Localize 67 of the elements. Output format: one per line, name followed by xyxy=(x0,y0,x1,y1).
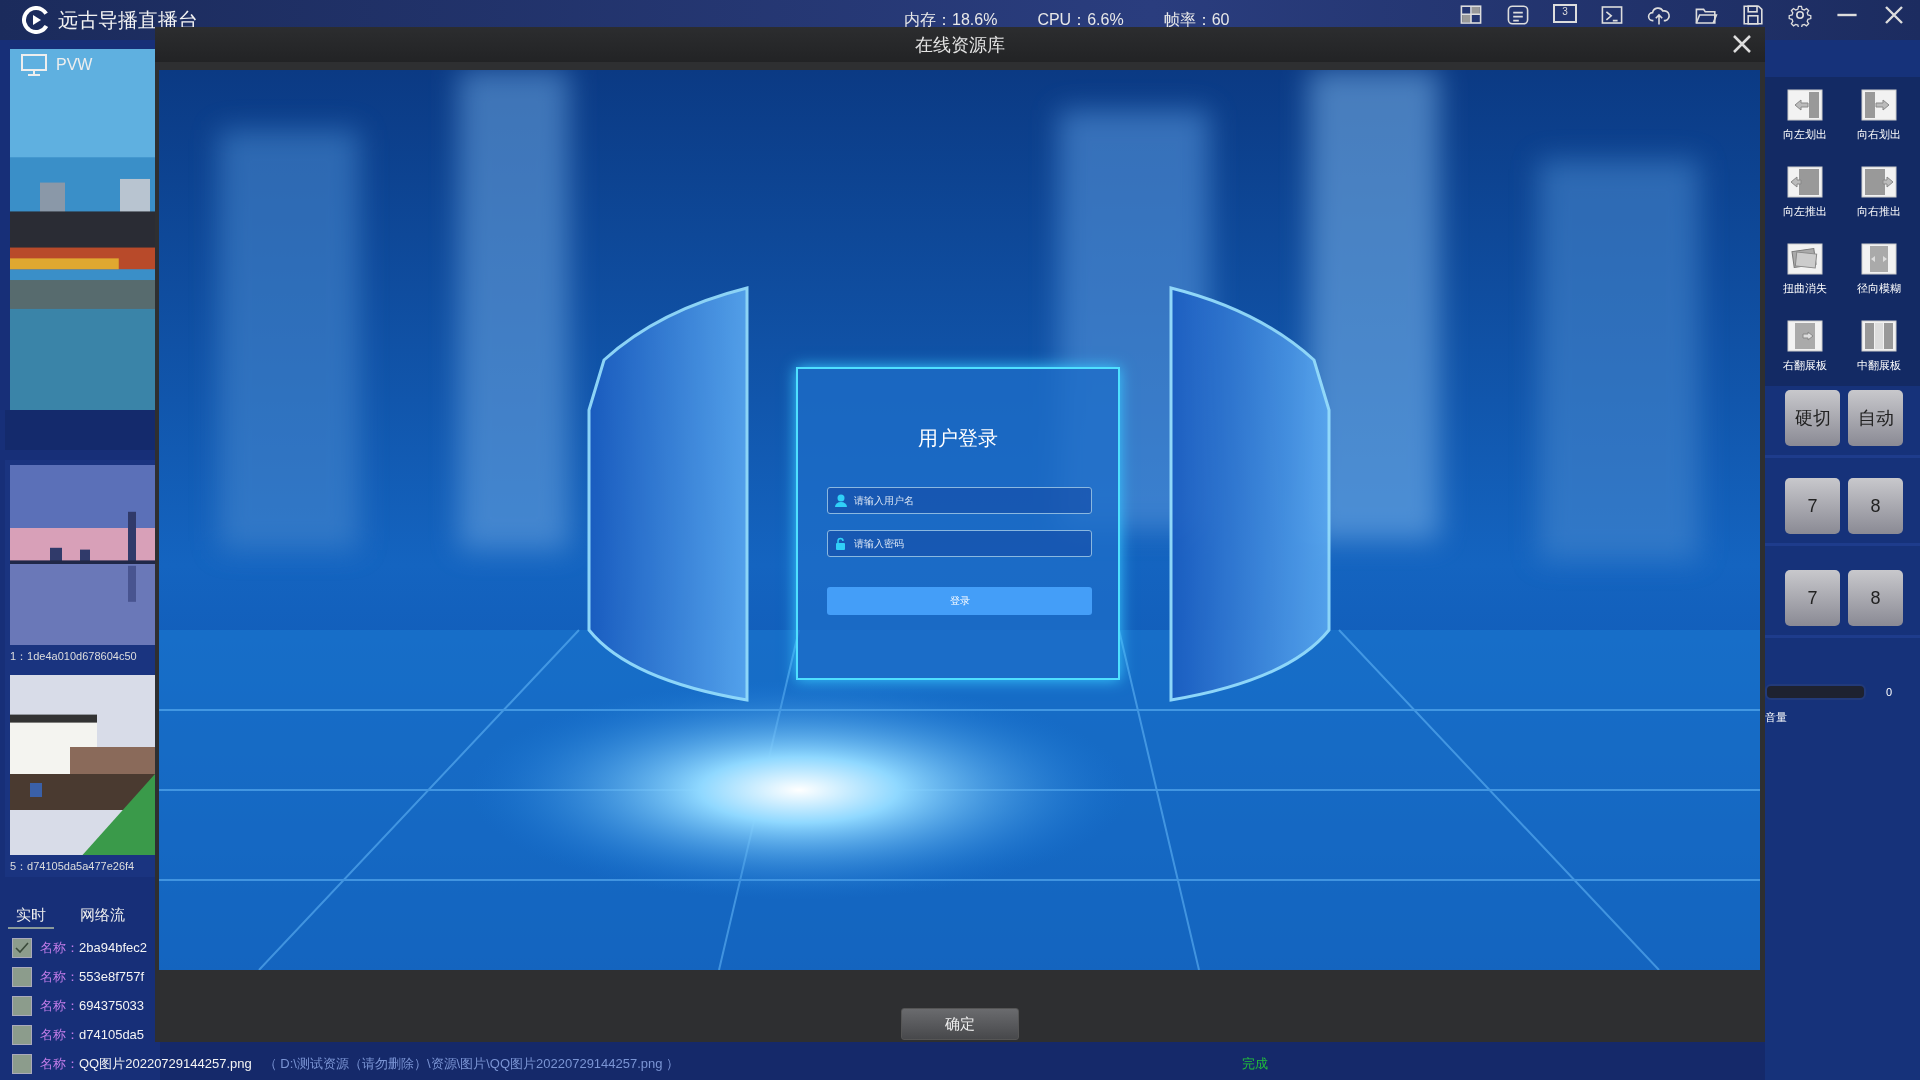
message-icon[interactable] xyxy=(1506,3,1530,27)
left-arrow-panel-icon xyxy=(1787,166,1823,198)
volume-label: 音量 xyxy=(1765,710,1788,725)
split-arrows-icon xyxy=(1861,243,1897,275)
checkbox[interactable] xyxy=(12,966,32,987)
transition-button[interactable]: 扭曲消失 xyxy=(1770,231,1840,308)
layout-icon[interactable] xyxy=(1459,3,1483,27)
volume-slider[interactable] xyxy=(1765,684,1866,700)
close-icon[interactable] xyxy=(1731,33,1753,55)
right-arrow-panel-icon xyxy=(1861,89,1897,121)
source-caption: 1：1de4a010d678604c50 xyxy=(10,649,137,664)
logo-icon xyxy=(22,6,50,34)
login-title: 用户登录 xyxy=(917,426,999,451)
terminal-icon[interactable] xyxy=(1600,3,1624,27)
screen-button[interactable]: 3 xyxy=(1553,4,1577,23)
switch-button[interactable]: 7 xyxy=(1785,570,1840,626)
stat-text: 帧率：60 xyxy=(1163,9,1230,30)
password-field[interactable]: 请输入密码 xyxy=(827,530,1092,557)
transition-button[interactable]: 径向模糊 xyxy=(1844,231,1914,308)
settings-icon[interactable] xyxy=(1788,3,1812,27)
tab[interactable]: 网络流 xyxy=(72,903,133,929)
checkbox[interactable] xyxy=(12,937,32,958)
monitor-icon xyxy=(20,53,48,77)
transition-button[interactable]: 右翻展板 xyxy=(1770,308,1840,385)
transition-button[interactable]: 向左推出 xyxy=(1770,154,1840,231)
switch-button[interactable]: 自动 xyxy=(1848,390,1903,446)
transition-button[interactable]: 向左划出 xyxy=(1770,77,1840,154)
switch-button[interactable]: 8 xyxy=(1848,570,1903,626)
transition-button[interactable]: 向右推出 xyxy=(1844,154,1914,231)
name-label: 名称： xyxy=(40,967,79,986)
switch-button[interactable]: 7 xyxy=(1785,478,1840,534)
switch-button[interactable]: 8 xyxy=(1848,478,1903,534)
file-name: QQ图片20220729144257.png xyxy=(79,1054,252,1073)
check-icon xyxy=(15,941,29,954)
switch-button[interactable]: 硬切 xyxy=(1785,390,1840,446)
stat-text: CPU：6.6% xyxy=(1037,9,1124,30)
status-text: 完成 xyxy=(1242,1054,1268,1073)
transition-button[interactable]: 向右划出 xyxy=(1844,77,1914,154)
file-name: d74105da5 xyxy=(79,1027,145,1042)
checkbox[interactable] xyxy=(12,1053,32,1074)
transition-button[interactable]: 中翻展板 xyxy=(1844,308,1914,385)
file-path: （ D:\测试资源（请勿删除）\资源\图片\QQ图片20220729144257.png ） xyxy=(263,1054,680,1073)
confirm-button[interactable]: 确定 xyxy=(901,1008,1019,1040)
source-caption: 5：d74105da5a477e26f4 xyxy=(10,859,135,874)
checkbox[interactable] xyxy=(12,1024,32,1045)
name-label: 名称： xyxy=(40,996,79,1015)
name-label: 名称： xyxy=(40,1025,79,1044)
tab[interactable]: 实时 xyxy=(8,903,54,929)
volume-reading: 0 xyxy=(1886,686,1893,698)
preview-label: PVW xyxy=(56,56,93,74)
file-name: 553e8f757f xyxy=(79,969,145,984)
file-name: 2ba94bfec2 xyxy=(79,940,147,955)
left-arrow-panel-icon xyxy=(1787,89,1823,121)
right-arrow-panel-icon xyxy=(1861,166,1897,198)
username-field[interactable]: 请输入用户名 xyxy=(827,487,1092,514)
name-label: 名称： xyxy=(40,1054,79,1073)
right-arrow-panel-icon xyxy=(1787,320,1823,352)
name-label: 名称： xyxy=(40,938,79,957)
save-icon[interactable] xyxy=(1741,3,1765,27)
checkbox[interactable] xyxy=(12,995,32,1016)
stat-text: 内存：18.6% xyxy=(904,9,998,30)
user-icon xyxy=(835,494,847,507)
split-panel-icon xyxy=(1861,320,1897,352)
photos-icon xyxy=(1787,243,1823,275)
dialog-title: 在线资源库 xyxy=(915,33,1005,57)
lock-icon xyxy=(835,537,846,550)
file-name: 694375033 xyxy=(79,998,145,1013)
